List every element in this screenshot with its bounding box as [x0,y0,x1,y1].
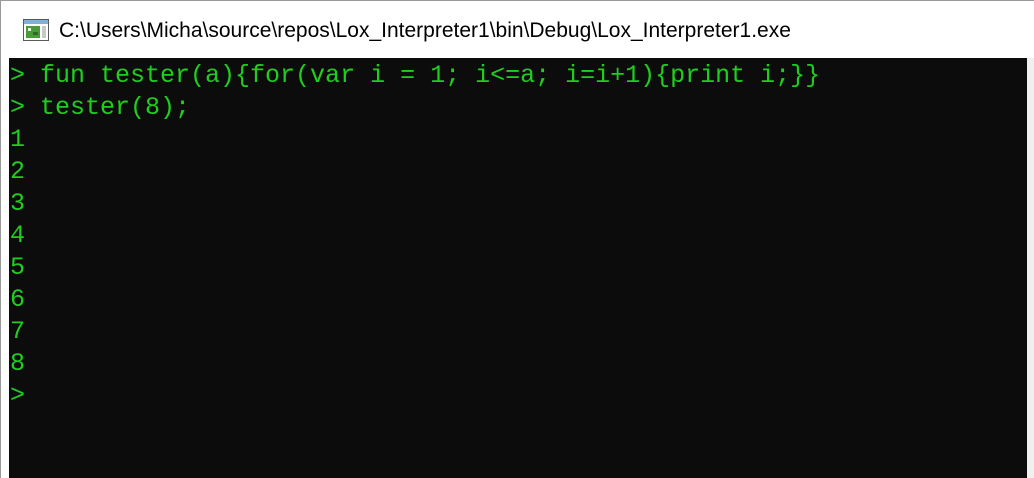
prompt-glyph: > [10,93,41,122]
console-line-text: tester(8); [40,93,191,122]
console-line: 2 [10,156,820,188]
console-line: 3 [10,188,820,220]
prompt-glyph: > [10,61,41,90]
console-line-text: 5 [10,253,26,282]
title-bar[interactable]: C:\Users\Micha\source\repos\Lox_Interpre… [1,1,1034,58]
console-line: 1 [10,124,820,156]
console-line-text: 8 [10,349,26,378]
console-line: 4 [10,220,820,252]
console-window: C:\Users\Micha\source\repos\Lox_Interpre… [0,0,1034,478]
console-line-text: 4 [10,221,26,250]
console-line-text: 7 [10,317,26,346]
console-line-text: 6 [10,285,26,314]
console-line: > fun tester(a){for(var i = 1; i<=a; i=i… [10,60,820,92]
console-line: 5 [10,252,820,284]
console-line: > [10,380,820,412]
console-line: 6 [10,284,820,316]
prompt-glyph: > [10,381,26,410]
console-line-text: 1 [10,125,26,154]
console-output-area[interactable]: > fun tester(a){for(var i = 1; i<=a; i=i… [9,58,1027,478]
console-lines: > fun tester(a){for(var i = 1; i<=a; i=i… [10,60,820,412]
console-line: 8 [10,348,820,380]
console-line-text: fun tester(a){for(var i = 1; i<=a; i=i+1… [40,61,821,90]
console-line: > tester(8); [10,92,820,124]
console-app-icon-graphic [23,19,49,41]
console-app-icon[interactable] [23,19,49,41]
window-title: C:\Users\Micha\source\repos\Lox_Interpre… [59,19,791,42]
console-line-text: 2 [10,157,26,186]
vertical-scrollbar[interactable] [1027,58,1034,478]
console-line-text: 3 [10,189,26,218]
console-line: 7 [10,316,820,348]
